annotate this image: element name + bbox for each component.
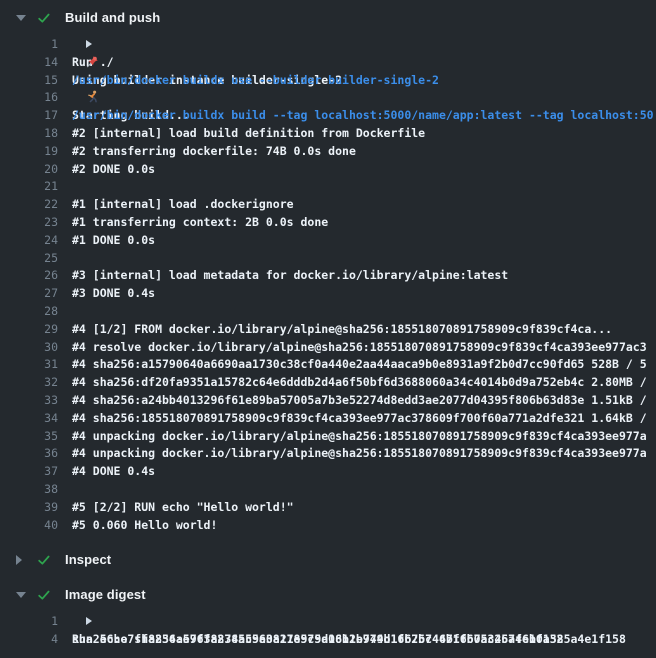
check-icon <box>37 11 51 25</box>
log-sections: Build and push 1 Run ./ 14 Using builder… <box>0 0 656 657</box>
log-text: #2 transferring dockerfile: 74B 0.0s don… <box>72 143 656 161</box>
line-number[interactable]: 16 <box>0 89 58 107</box>
log-line: 32 #4 sha256:df20fa9351a15782c64e6dddb2d… <box>0 374 656 392</box>
line-number[interactable]: 37 <box>0 463 58 481</box>
section-content: 1 Run ./ 14 Using builder instance build… <box>0 35 656 542</box>
line-number[interactable]: 34 <box>0 410 58 428</box>
line-number[interactable]: 35 <box>0 428 58 446</box>
line-number[interactable]: 1 <box>0 613 58 631</box>
line-number[interactable]: 29 <box>0 321 58 339</box>
log-line: 16 Starting build... <box>0 89 656 107</box>
log-line: 14 Using builder instance builder-single… <box>0 54 656 72</box>
log-line: 20 #2 DONE 0.0s <box>0 161 656 179</box>
log-line: 25 <box>0 250 656 268</box>
pushpin-icon <box>86 55 99 68</box>
log-line: 22 #1 [internal] load .dockerignore <box>0 196 656 214</box>
log-line: 28 <box>0 303 656 321</box>
log-text: #4 sha256:185518070891758909c9f839cf4ca3… <box>72 410 656 428</box>
line-number[interactable]: 17 <box>0 107 58 125</box>
log-text: #1 [internal] load .dockerignore <box>72 196 656 214</box>
chevron-down-icon <box>16 592 26 598</box>
line-number[interactable]: 25 <box>0 250 58 268</box>
log-line: 21 <box>0 178 656 196</box>
log-text: #4 unpacking docker.io/library/alpine@sh… <box>72 445 656 463</box>
log-line: 23 #1 transferring context: 2B 0.0s done <box>0 214 656 232</box>
log-line: 26 #3 [internal] load metadata for docke… <box>0 267 656 285</box>
log-line: 30 #4 resolve docker.io/library/alpine@s… <box>0 339 656 357</box>
line-number[interactable]: 19 <box>0 143 58 161</box>
section-image-digest: Image digest 1 Run echo sha256:e7ff8834a… <box>0 577 656 657</box>
log-text: #1 DONE 0.0s <box>72 232 656 250</box>
line-number[interactable]: 15 <box>0 72 58 90</box>
log-text: #4 DONE 0.4s <box>72 463 656 481</box>
log-text: #5 0.060 Hello world! <box>72 517 656 535</box>
log-text: #4 resolve docker.io/library/alpine@sha2… <box>72 339 656 357</box>
line-number[interactable]: 21 <box>0 178 58 196</box>
log-text: #5 [2/2] RUN echo "Hello world!" <box>72 499 656 517</box>
section-title: Inspect <box>65 552 111 567</box>
chevron-right-icon <box>16 555 22 565</box>
log-line: 17 /usr/bin/docker buildx build --tag lo… <box>0 107 656 125</box>
log-line: 38 <box>0 481 656 499</box>
log-text: /usr/bin/docker buildx build --tag local… <box>72 107 656 125</box>
log-line: 36 #4 unpacking docker.io/library/alpine… <box>0 445 656 463</box>
line-number[interactable]: 39 <box>0 499 58 517</box>
line-number[interactable]: 24 <box>0 232 58 250</box>
log-line: 29 #4 [1/2] FROM docker.io/library/alpin… <box>0 321 656 339</box>
line-number[interactable]: 4 <box>0 631 58 649</box>
log-line: 35 #4 unpacking docker.io/library/alpine… <box>0 428 656 446</box>
section-build-and-push: Build and push 1 Run ./ 14 Using builder… <box>0 0 656 542</box>
log-line: 39 #5 [2/2] RUN echo "Hello world!" <box>0 499 656 517</box>
section-content: 1 Run echo sha256:e7ff8834a5963a2785c5a0… <box>0 612 656 657</box>
check-icon <box>37 588 51 602</box>
log-line: 37 #4 DONE 0.4s <box>0 463 656 481</box>
line-number[interactable]: 27 <box>0 285 58 303</box>
log-text: #1 transferring context: 2B 0.0s done <box>72 214 656 232</box>
log-text: #3 [internal] load metadata for docker.i… <box>72 267 656 285</box>
log-line: 1 Run echo sha256:e7ff8834a5963a2785c5a0… <box>0 613 656 631</box>
log-line: 31 #4 sha256:a15790640a6690aa1730c38cf0a… <box>0 356 656 374</box>
log-line: 19 #2 transferring dockerfile: 74B 0.0s … <box>0 143 656 161</box>
line-number[interactable]: 14 <box>0 54 58 72</box>
line-number[interactable]: 22 <box>0 196 58 214</box>
section-inspect: Inspect <box>0 542 656 577</box>
log-line: 18 #2 [internal] load build definition f… <box>0 125 656 143</box>
log-text: #2 DONE 0.0s <box>72 161 656 179</box>
expand-arrow-icon <box>86 617 92 625</box>
log-line: 33 #4 sha256:a24bb4013296f61e89ba57005a7… <box>0 392 656 410</box>
runner-icon <box>86 90 99 103</box>
log-line: 34 #4 sha256:185518070891758909c9f839cf4… <box>0 410 656 428</box>
log-text: #2 [internal] load build definition from… <box>72 125 656 143</box>
line-number[interactable]: 18 <box>0 125 58 143</box>
log-line: 4 sha256:e7ff8834a5963a2785c5a0811e979d1… <box>0 631 656 649</box>
line-number[interactable]: 28 <box>0 303 58 321</box>
log-line: 27 #3 DONE 0.4s <box>0 285 656 303</box>
log-line: 24 #1 DONE 0.0s <box>0 232 656 250</box>
line-number[interactable]: 23 <box>0 214 58 232</box>
line-number[interactable]: 20 <box>0 161 58 179</box>
line-number[interactable]: 26 <box>0 267 58 285</box>
workflow-log-viewer: Build and push 1 Run ./ 14 Using builder… <box>0 0 656 658</box>
line-number[interactable]: 1 <box>0 36 58 54</box>
line-number[interactable]: 38 <box>0 481 58 499</box>
chevron-down-icon <box>16 15 26 21</box>
log-text: #4 sha256:df20fa9351a15782c64e6dddb2d4a6… <box>72 374 656 392</box>
log-text: sha256:e7ff8834a5963a2785c5a0811e979d16b… <box>72 631 656 649</box>
log-text: #4 sha256:a24bb4013296f61e89ba57005a7b3e… <box>72 392 656 410</box>
log-line: 40 #5 0.060 Hello world! <box>0 517 656 535</box>
line-number[interactable]: 32 <box>0 374 58 392</box>
line-number[interactable]: 31 <box>0 356 58 374</box>
line-number[interactable]: 30 <box>0 339 58 357</box>
line-number[interactable]: 36 <box>0 445 58 463</box>
check-icon <box>37 553 51 567</box>
line-number[interactable]: 40 <box>0 517 58 535</box>
log-text: #4 sha256:a15790640a6690aa1730c38cf0a440… <box>72 356 656 374</box>
line-number[interactable]: 33 <box>0 392 58 410</box>
log-text: #4 unpacking docker.io/library/alpine@sh… <box>72 428 656 446</box>
log-text: #4 [1/2] FROM docker.io/library/alpine@s… <box>72 321 656 339</box>
section-header-inspect[interactable]: Inspect <box>0 542 656 577</box>
log-text: #3 DONE 0.4s <box>72 285 656 303</box>
